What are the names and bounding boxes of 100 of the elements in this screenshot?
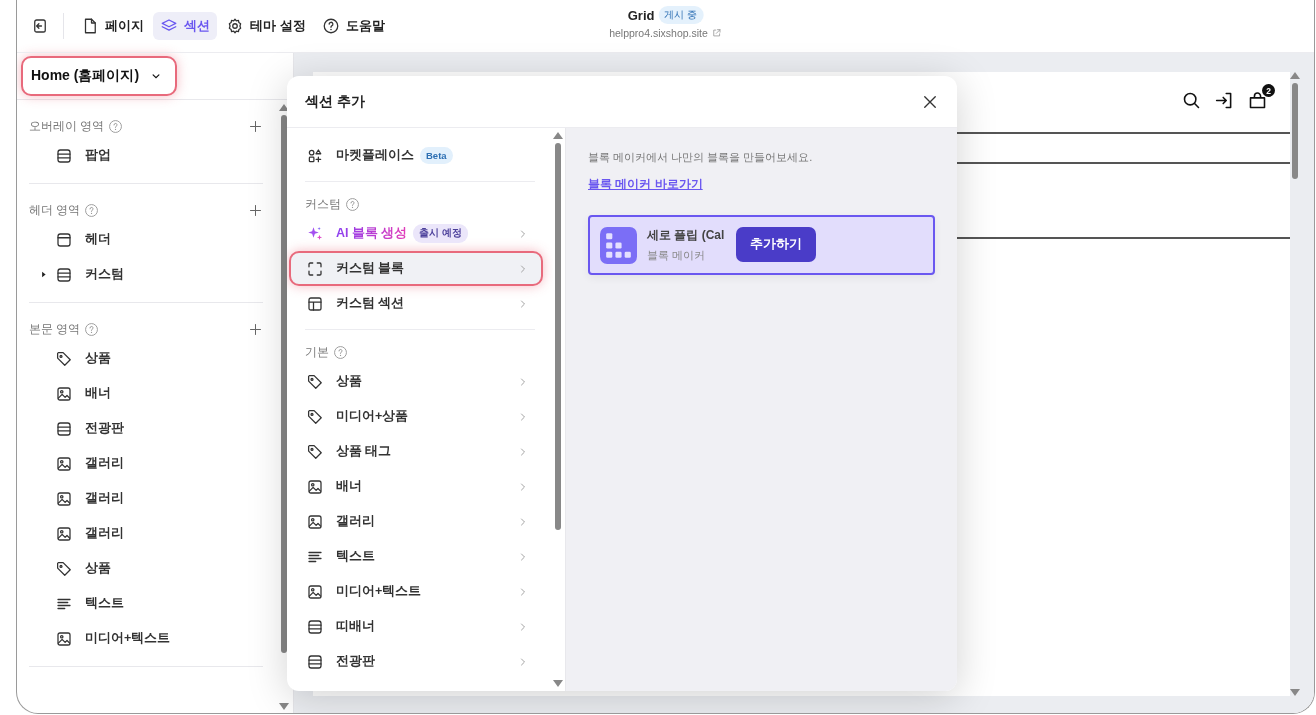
section-item[interactable]: 미디어+텍스트 xyxy=(85,630,171,647)
shopping-bag-icon[interactable] xyxy=(1247,90,1268,111)
menu-item[interactable]: 미디어+상품 xyxy=(289,399,543,434)
menu-item[interactable]: 띠배너 xyxy=(289,609,543,644)
menu-item[interactable]: 커스텀 섹션 xyxy=(289,286,543,321)
status-badge: 게시 중 xyxy=(658,6,704,24)
menu-item-label: 커스텀 섹션 xyxy=(336,295,405,312)
help-icon[interactable] xyxy=(345,196,360,212)
menu-item-label: 텍스트 xyxy=(336,548,375,565)
tag-icon xyxy=(306,372,324,391)
nav-tab[interactable]: 도움말 xyxy=(314,12,392,40)
rows-icon xyxy=(306,617,324,636)
badge: 출시 예정 xyxy=(413,224,469,243)
frame-icon xyxy=(306,259,324,278)
nav-tab[interactable]: 페이지 xyxy=(74,12,151,40)
image-icon xyxy=(306,582,324,601)
menu-item-label: 갤러리 xyxy=(336,513,375,530)
image-icon xyxy=(55,384,73,403)
grid-blocks-icon xyxy=(600,226,637,264)
image-icon xyxy=(55,629,73,648)
section-item[interactable]: 헤더 xyxy=(85,231,111,248)
help-icon[interactable] xyxy=(333,344,348,360)
image-icon xyxy=(55,524,73,543)
menu-item-label: 상품 xyxy=(336,373,362,390)
section-item[interactable]: 갤러리 xyxy=(85,455,124,472)
section-heading: 오버레이 영역 xyxy=(29,118,105,134)
image-icon xyxy=(306,512,324,531)
expand-triangle-icon[interactable] xyxy=(40,271,47,278)
ai-icon xyxy=(306,224,324,243)
menu-item-label: 커스텀 블록 xyxy=(336,260,405,277)
rows-icon xyxy=(306,652,324,671)
menu-item-label: 띠배너 xyxy=(336,618,375,635)
menu-item[interactable]: 배너 xyxy=(289,469,543,504)
nav-tab[interactable]: 테마 설정 xyxy=(219,12,313,40)
menu-item[interactable]: 상품 태그 xyxy=(289,434,543,469)
menu-item[interactable]: 미디어+텍스트 xyxy=(289,574,543,609)
badge: Beta xyxy=(420,147,453,164)
exit-icon[interactable] xyxy=(31,17,49,35)
layout-icon xyxy=(306,294,324,313)
menu-item[interactable]: AI 블록 생성 출시 예정 xyxy=(289,216,543,251)
add-icon[interactable] xyxy=(248,118,263,134)
menu-item[interactable]: 커스텀 블록 xyxy=(289,251,543,286)
gear-icon xyxy=(226,17,244,35)
header-icon xyxy=(55,230,73,249)
image-icon xyxy=(306,477,324,496)
tag-icon xyxy=(306,442,324,461)
block-card[interactable]: 세로 플립 (Cal 블록 메이커 추가하기 xyxy=(588,215,935,275)
section-item[interactable]: 갤러리 xyxy=(85,490,124,507)
image-icon xyxy=(55,454,73,473)
help-icon[interactable] xyxy=(84,321,100,337)
section-heading: 본문 영역 xyxy=(29,321,81,337)
block-subtitle: 블록 메이커 xyxy=(647,248,707,263)
page-dropdown[interactable]: Home (홈페이지) xyxy=(21,56,178,96)
add-button[interactable]: 추가하기 xyxy=(736,227,817,262)
tag-icon xyxy=(55,349,73,368)
dialog-title: 섹션 추가 xyxy=(305,92,365,111)
rows-icon xyxy=(55,146,73,165)
help-icon[interactable] xyxy=(108,118,124,134)
site-name: Grid xyxy=(627,7,655,23)
hint-text: 블록 메이커에서 나만의 블록을 만들어보세요. xyxy=(588,150,813,165)
menu-item-label: AI 블록 생성 xyxy=(336,225,408,242)
block-maker-link[interactable]: 블록 메이커 바로가기 xyxy=(588,176,703,193)
section-item[interactable]: 커스텀 xyxy=(85,266,124,283)
category-heading: 기본 xyxy=(305,344,329,360)
section-item[interactable]: 갤러리 xyxy=(85,525,124,542)
section-item[interactable]: 텍스트 xyxy=(85,595,124,612)
section-item[interactable]: 배너 xyxy=(85,385,111,402)
rows-icon xyxy=(55,419,73,438)
menu-item-label: 미디어+상품 xyxy=(336,408,409,425)
menu-item[interactable]: 상품 xyxy=(289,364,543,399)
image-icon xyxy=(55,489,73,508)
nav-tab[interactable]: 섹션 xyxy=(153,12,217,40)
add-icon[interactable] xyxy=(248,321,263,337)
section-heading: 헤더 영역 xyxy=(29,202,81,218)
rows-icon xyxy=(55,265,73,284)
menu-item-label: 배너 xyxy=(336,478,362,495)
menu-item[interactable]: 전광판 xyxy=(289,644,543,679)
scrollbar[interactable] xyxy=(1290,72,1300,696)
help-icon[interactable] xyxy=(84,202,100,218)
section-item[interactable]: 전광판 xyxy=(85,420,124,437)
menu-item-label: 마켓플레이스 xyxy=(336,147,414,164)
tag-icon xyxy=(55,559,73,578)
menu-item-label: 전광판 xyxy=(336,653,375,670)
menu-item-label: 미디어+텍스트 xyxy=(336,583,422,600)
section-item[interactable]: 팝업 xyxy=(85,147,111,164)
help-icon xyxy=(321,17,340,35)
search-icon[interactable] xyxy=(1181,90,1202,111)
tag-icon xyxy=(306,407,324,426)
market-icon xyxy=(306,146,324,165)
site-url-link[interactable]: helppro4.sixshop.site xyxy=(609,27,708,39)
menu-item[interactable]: 갤러리 xyxy=(289,504,543,539)
menu-item[interactable]: 텍스트 xyxy=(289,539,543,574)
cart-count-badge: 2 xyxy=(1262,84,1275,97)
menu-item[interactable]: 마켓플레이스 Beta xyxy=(289,138,543,173)
add-icon[interactable] xyxy=(248,202,263,218)
block-title: 세로 플립 (Cal xyxy=(647,227,725,244)
category-heading: 커스텀 xyxy=(305,196,341,212)
section-item[interactable]: 상품 xyxy=(85,560,111,577)
section-item[interactable]: 상품 xyxy=(85,350,111,367)
menu-item-label: 상품 태그 xyxy=(336,443,392,460)
